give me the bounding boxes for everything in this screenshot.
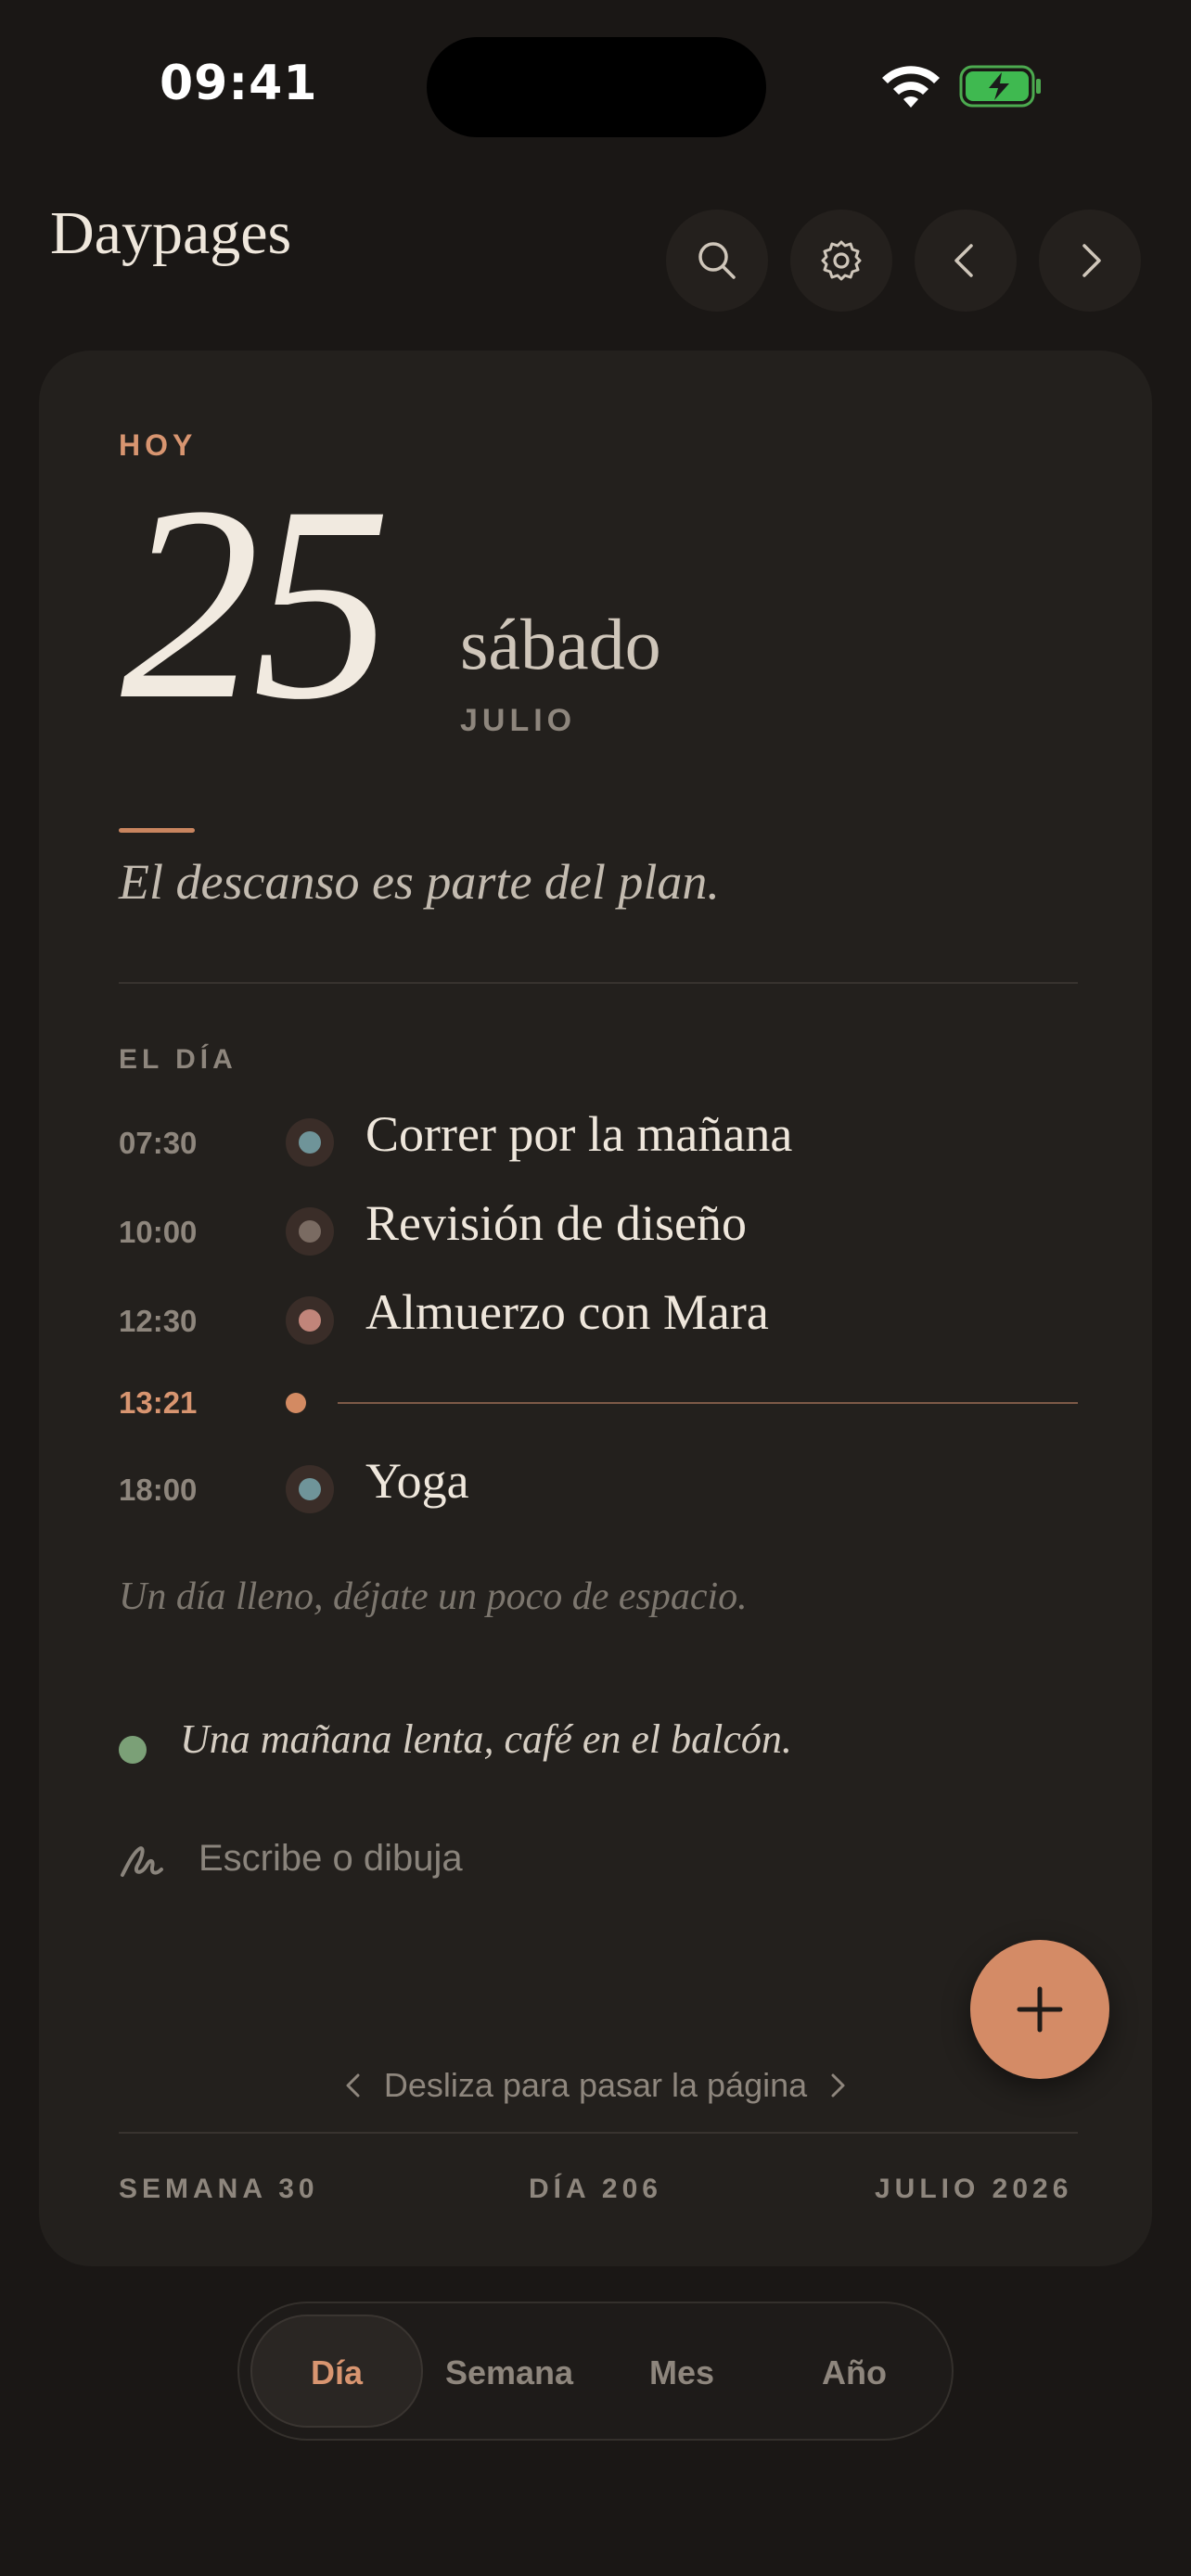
- app-title: Daypages: [50, 199, 292, 267]
- day-number: 25: [121, 449, 391, 757]
- search-icon: [698, 242, 736, 279]
- note-text[interactable]: Una mañana lenta, café en el balcón.: [180, 1715, 792, 1763]
- status-time: 09:41: [160, 56, 318, 111]
- divider: [119, 982, 1078, 984]
- plus-icon: [1017, 1986, 1063, 2033]
- event-dot: [286, 1118, 334, 1167]
- event-title[interactable]: Almuerzo con Mara: [365, 1283, 769, 1341]
- daily-quote: El descanso es parte del plan.: [119, 854, 720, 910]
- divider: [119, 2132, 1078, 2134]
- week-number: SEMANA 30: [119, 2174, 319, 2204]
- add-button[interactable]: [970, 1940, 1109, 2079]
- wifi-icon: [882, 66, 940, 108]
- swipe-hint: Desliza para pasar la página: [334, 2066, 857, 2105]
- event-title[interactable]: Yoga: [365, 1452, 469, 1510]
- schedule-section-label: EL DÍA: [119, 1044, 237, 1075]
- event-time: 12:30: [119, 1304, 198, 1338]
- note-dot: [119, 1736, 147, 1764]
- event-title[interactable]: Correr por la mañana: [365, 1105, 792, 1163]
- event-time: 10:00: [119, 1215, 198, 1249]
- tab-year[interactable]: Año: [768, 2353, 941, 2392]
- tab-month[interactable]: Mes: [596, 2353, 768, 2392]
- current-time-line: [338, 1402, 1078, 1404]
- tab-day[interactable]: Día: [250, 2353, 423, 2392]
- month: JULIO: [460, 703, 577, 738]
- tab-week[interactable]: Semana: [423, 2353, 596, 2392]
- current-time-dot: [286, 1393, 306, 1413]
- day-of-year: DÍA 206: [529, 2174, 662, 2204]
- previous-day-button[interactable]: [915, 210, 1017, 312]
- event-dot: [286, 1296, 334, 1345]
- event-time: 07:30: [119, 1126, 198, 1160]
- compose-prompt[interactable]: Escribe o dibuja: [198, 1838, 463, 1880]
- chevron-right-icon: [831, 2073, 845, 2098]
- settings-button[interactable]: [790, 210, 892, 312]
- search-button[interactable]: [666, 210, 768, 312]
- event-dot: [286, 1465, 334, 1513]
- battery-charging-icon: [959, 65, 1041, 108]
- month-year: JULIO 2026: [875, 2174, 1073, 2204]
- event-title[interactable]: Revisión de diseño: [365, 1194, 747, 1252]
- weekday: sábado: [460, 604, 661, 684]
- event-dot: [286, 1207, 334, 1256]
- dynamic-island: [427, 37, 766, 137]
- event-time: 18:00: [119, 1473, 198, 1507]
- scribble-icon: [121, 1846, 163, 1877]
- schedule-hint: Un día lleno, déjate un poco de espacio.: [119, 1575, 748, 1618]
- swipe-hint-text: Desliza para pasar la página: [383, 2066, 808, 2104]
- current-time-label: 13:21: [119, 1385, 198, 1420]
- next-day-button[interactable]: [1039, 210, 1141, 312]
- chevron-right-icon: [1082, 244, 1101, 277]
- accent-dash: [119, 828, 195, 833]
- chevron-left-icon: [346, 2073, 360, 2098]
- chevron-left-icon: [954, 244, 973, 277]
- gear-icon: [821, 240, 862, 281]
